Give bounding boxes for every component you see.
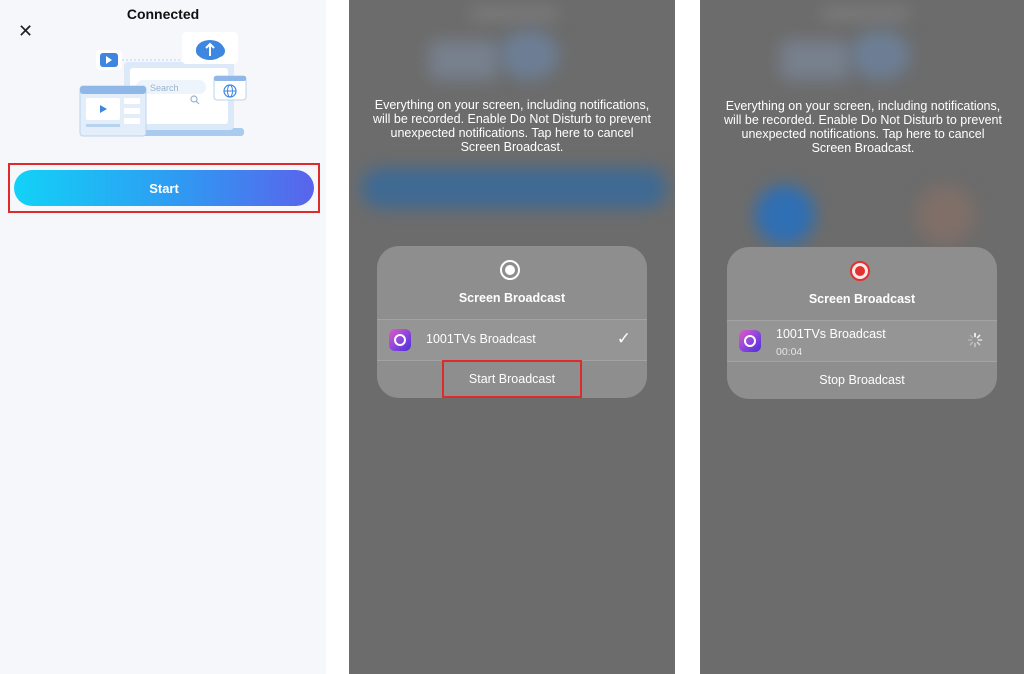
blurred-illustration bbox=[780, 40, 850, 80]
connection-illustration: Search bbox=[79, 32, 247, 137]
blurred-illustration bbox=[429, 40, 499, 80]
start-button[interactable]: Start bbox=[14, 170, 314, 206]
cloud-upload-icon bbox=[182, 32, 238, 64]
globe-icon bbox=[213, 75, 247, 101]
play-icon bbox=[96, 50, 122, 70]
close-icon[interactable]: ✕ bbox=[18, 22, 36, 40]
connected-screen: Connected ✕ Search Start bbox=[0, 0, 326, 674]
blurred-title bbox=[469, 6, 559, 22]
recording-notice[interactable]: Everything on your screen, including not… bbox=[720, 99, 1006, 155]
start-button-highlight: Start bbox=[8, 163, 320, 213]
screen-broadcast-card: Screen Broadcast 1001TVs Broadcast 00:04… bbox=[727, 247, 997, 399]
screen-broadcast-card: Screen Broadcast 1001TVs Broadcast ✓ Sta… bbox=[377, 246, 647, 398]
record-icon bbox=[500, 260, 520, 280]
blurred-icon bbox=[915, 185, 975, 245]
checkmark-icon: ✓ bbox=[616, 329, 631, 348]
broadcast-picker-screen: Everything on your screen, including not… bbox=[349, 0, 675, 674]
app-icon bbox=[389, 329, 411, 351]
blurred-illustration bbox=[850, 30, 910, 80]
blurred-icon bbox=[755, 185, 815, 245]
broadcast-extension-row[interactable]: 1001TVs Broadcast 00:04 bbox=[727, 320, 997, 362]
elapsed-time: 00:04 bbox=[776, 346, 803, 358]
app-icon bbox=[739, 330, 761, 352]
page-title: Connected bbox=[126, 6, 200, 22]
blurred-illustration bbox=[499, 30, 559, 80]
recording-icon bbox=[850, 261, 870, 281]
app-name: 1001TVs Broadcast bbox=[426, 332, 536, 346]
start-broadcast-highlight bbox=[442, 360, 582, 398]
card-title: Screen Broadcast bbox=[458, 291, 566, 305]
search-placeholder-text: Search bbox=[150, 83, 179, 93]
blurred-title bbox=[820, 6, 910, 22]
loading-spinner-icon bbox=[967, 332, 983, 348]
recording-notice[interactable]: Everything on your screen, including not… bbox=[369, 98, 655, 154]
app-name: 1001TVs Broadcast bbox=[776, 327, 886, 341]
stop-broadcast-button[interactable]: Stop Broadcast bbox=[727, 361, 997, 399]
broadcast-extension-row[interactable]: 1001TVs Broadcast ✓ bbox=[377, 319, 647, 361]
card-title: Screen Broadcast bbox=[808, 292, 916, 306]
blurred-start-button bbox=[361, 168, 667, 208]
broadcasting-screen: Everything on your screen, including not… bbox=[700, 0, 1024, 674]
